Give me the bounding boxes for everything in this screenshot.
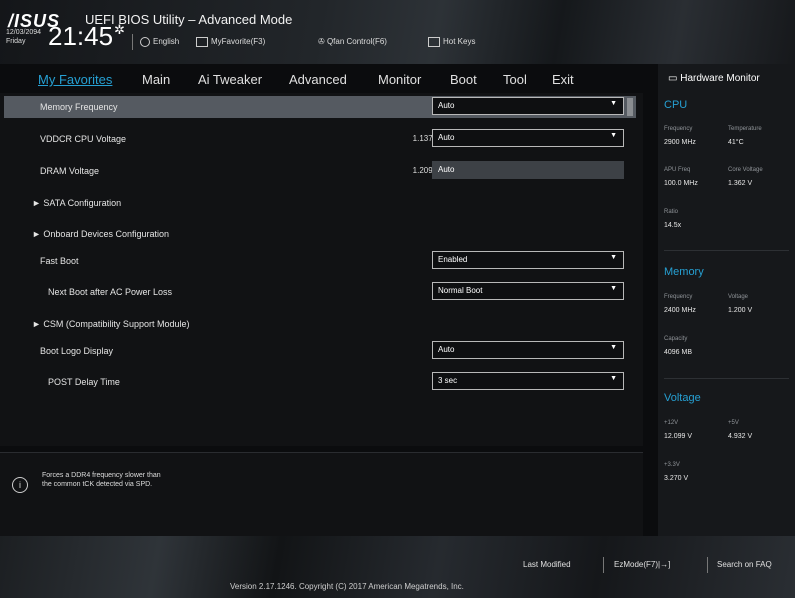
post-delay-dropdown[interactable]: 3 sec ▼ bbox=[432, 372, 624, 390]
hardware-monitor-title: ▭ Hardware Monitor bbox=[668, 73, 760, 84]
setting-label: Next Boot after AC Power Loss bbox=[48, 287, 173, 297]
cpu-heading: CPU bbox=[664, 99, 688, 111]
fast-boot-dropdown[interactable]: Enabled ▼ bbox=[432, 251, 624, 269]
capacity-label: Capacity bbox=[664, 336, 688, 342]
memory-heading: Memory bbox=[664, 266, 704, 278]
setting-label: POST Delay Time bbox=[48, 377, 120, 387]
qfan-button[interactable]: ✇ Qfan Control(F6) bbox=[318, 37, 387, 46]
date-display: 12/03/2094 Friday bbox=[6, 28, 41, 46]
cpu-temperature-value: 41°C bbox=[728, 139, 744, 146]
core-voltage-value: 1.362 V bbox=[728, 180, 753, 187]
v12-label: +12V bbox=[664, 420, 679, 426]
setting-label: Memory Frequency bbox=[40, 102, 118, 112]
cpu-frequency-value: 2900 MHz bbox=[664, 139, 696, 146]
v5-label: +5V bbox=[728, 420, 739, 426]
v5-value: 4.932 V bbox=[728, 433, 753, 440]
hw-divider bbox=[664, 378, 789, 379]
memory-voltage-label: Voltage bbox=[728, 294, 749, 300]
tab-tool[interactable]: Tool bbox=[503, 72, 527, 87]
submenu-label: ► Onboard Devices Configuration bbox=[32, 229, 169, 239]
setting-row-memory-frequency[interactable]: Memory Frequency Auto ▼ bbox=[4, 96, 636, 118]
setting-label: Boot Logo Display bbox=[40, 346, 114, 356]
v33-label: +3.3V bbox=[664, 462, 680, 468]
tab-my-favorites[interactable]: My Favorites bbox=[38, 72, 112, 87]
star-box-icon bbox=[196, 37, 208, 47]
last-modified-button[interactable]: Last Modified bbox=[523, 560, 571, 569]
help-text: Forces a DDR4 frequency slower than the … bbox=[42, 472, 161, 488]
search-faq-button[interactable]: Search on FAQ bbox=[717, 560, 772, 569]
hotkeys-button[interactable]: Hot Keys bbox=[428, 37, 475, 47]
info-icon: i bbox=[12, 477, 28, 493]
setting-label: VDDCR CPU Voltage bbox=[40, 134, 127, 144]
cpu-frequency-label: Frequency bbox=[664, 126, 693, 132]
tab-ai-tweaker[interactable]: Ai Tweaker bbox=[198, 72, 262, 87]
tab-advanced[interactable]: Advanced bbox=[289, 72, 347, 87]
submenu-label: ► CSM (Compatibility Support Module) bbox=[32, 319, 190, 329]
next-boot-ac-dropdown[interactable]: Normal Boot ▼ bbox=[432, 282, 624, 300]
submenu-label: ► SATA Configuration bbox=[32, 198, 122, 208]
v33-value: 3.270 V bbox=[664, 475, 689, 482]
setting-row-dram-voltage[interactable]: DRAM Voltage 1.209V Auto bbox=[4, 160, 636, 182]
ratio-value: 14.5x bbox=[664, 222, 682, 229]
tab-main[interactable]: Main bbox=[142, 72, 170, 87]
keyboard-icon bbox=[428, 37, 440, 47]
submenu-sata-configuration[interactable]: ► SATA Configuration bbox=[4, 192, 636, 214]
submenu-onboard-devices[interactable]: ► Onboard Devices Configuration bbox=[4, 223, 636, 245]
tab-exit[interactable]: Exit bbox=[552, 72, 574, 87]
arrow-right-icon: ► bbox=[32, 198, 44, 208]
submenu-csm[interactable]: ► CSM (Compatibility Support Module) bbox=[4, 313, 636, 335]
setting-row-post-delay[interactable]: POST Delay Time 3 sec ▼ bbox=[4, 371, 636, 393]
apu-freq-label: APU Freq bbox=[664, 167, 691, 173]
scrollbar-thumb[interactable] bbox=[627, 98, 633, 116]
memory-voltage-value: 1.200 V bbox=[728, 307, 753, 314]
clock-time: 21:45 bbox=[48, 21, 114, 51]
chevron-down-icon: ▼ bbox=[610, 344, 617, 351]
ezmode-button[interactable]: EzMode(F7)|→] bbox=[614, 560, 670, 569]
day-text: Friday bbox=[6, 38, 26, 45]
core-voltage-label: Core Voltage bbox=[728, 167, 763, 173]
memory-frequency-label: Frequency bbox=[664, 294, 693, 300]
hw-divider bbox=[664, 250, 789, 251]
vddcr-cpu-voltage-dropdown[interactable]: Auto ▼ bbox=[432, 129, 624, 147]
setting-label: Fast Boot bbox=[40, 256, 79, 266]
apu-freq-value: 100.0 MHz bbox=[664, 180, 698, 187]
gear-icon[interactable]: ✲ bbox=[114, 22, 125, 38]
memory-frequency-value: 2400 MHz bbox=[664, 307, 696, 314]
setting-row-fast-boot[interactable]: Fast Boot Enabled ▼ bbox=[4, 250, 636, 272]
cpu-temperature-label: Temperature bbox=[728, 126, 762, 132]
chevron-down-icon: ▼ bbox=[610, 375, 617, 382]
globe-icon bbox=[140, 37, 150, 47]
tab-monitor[interactable]: Monitor bbox=[378, 72, 421, 87]
myfavorite-button[interactable]: MyFavorite(F3) bbox=[196, 37, 265, 47]
monitor-icon: ▭ bbox=[668, 73, 681, 84]
setting-row-vddcr-cpu-voltage[interactable]: VDDCR CPU Voltage 1.137V Auto ▼ bbox=[4, 128, 636, 150]
dram-voltage-field[interactable]: Auto bbox=[432, 161, 624, 179]
chevron-down-icon: ▼ bbox=[610, 254, 617, 261]
date-text: 12/03/2094 bbox=[6, 29, 42, 36]
ratio-label: Ratio bbox=[664, 209, 679, 215]
arrow-right-icon: ► bbox=[32, 319, 44, 329]
fan-icon: ✇ bbox=[318, 37, 327, 46]
help-panel bbox=[0, 452, 643, 537]
header-divider bbox=[132, 34, 133, 50]
language-button[interactable]: English bbox=[140, 37, 179, 47]
footer-divider bbox=[707, 557, 708, 573]
capacity-value: 4096 MB bbox=[664, 349, 693, 356]
chevron-down-icon: ▼ bbox=[610, 132, 617, 139]
chevron-down-icon: ▼ bbox=[610, 285, 617, 292]
setting-label: DRAM Voltage bbox=[40, 166, 100, 176]
boot-logo-display-dropdown[interactable]: Auto ▼ bbox=[432, 341, 624, 359]
chevron-down-icon: ▼ bbox=[610, 100, 617, 107]
v12-value: 12.099 V bbox=[664, 433, 693, 440]
setting-row-boot-logo-display[interactable]: Boot Logo Display Auto ▼ bbox=[4, 340, 636, 362]
setting-row-next-boot-ac[interactable]: Next Boot after AC Power Loss Normal Boo… bbox=[4, 281, 636, 303]
tab-boot[interactable]: Boot bbox=[450, 72, 477, 87]
footer-divider bbox=[603, 557, 604, 573]
arrow-right-icon: ► bbox=[32, 229, 44, 239]
memory-frequency-dropdown[interactable]: Auto ▼ bbox=[432, 97, 624, 115]
version-text: Version 2.17.1246. Copyright (C) 2017 Am… bbox=[230, 582, 464, 591]
voltage-heading: Voltage bbox=[664, 392, 701, 404]
